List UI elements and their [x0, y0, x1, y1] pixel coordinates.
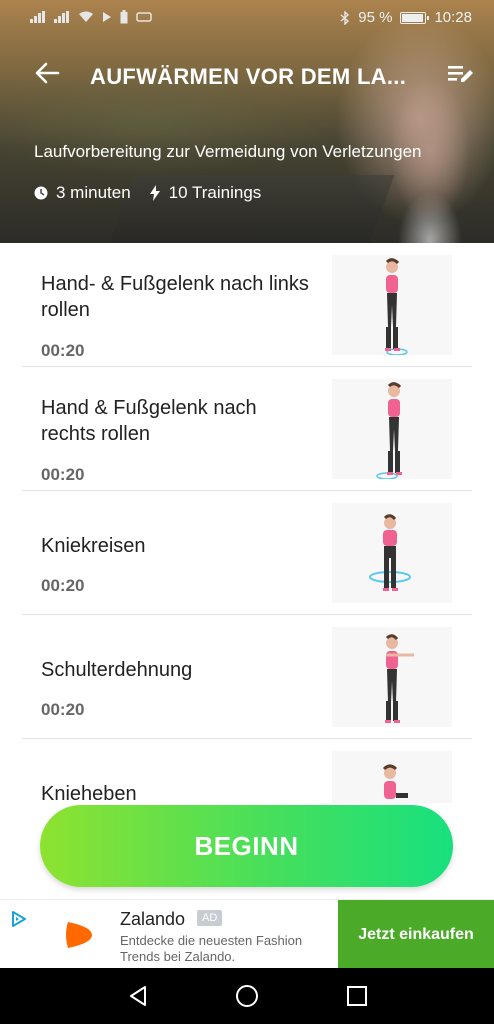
exercise-row[interactable]: Knieheben	[22, 739, 472, 803]
status-icons-left	[30, 10, 152, 24]
ad-description: Entdecke die neuesten Fashion Trends bei…	[120, 933, 303, 964]
ad-badge: AD	[197, 910, 223, 926]
arrow-left-icon	[35, 62, 60, 84]
exercise-illustration	[332, 503, 452, 603]
exercise-row[interactable]: Hand & Fußgelenk nach rechts rollen 00:2…	[22, 367, 472, 491]
exercise-duration: 00:20	[41, 341, 85, 360]
nav-recent-icon[interactable]	[346, 985, 368, 1007]
edit-list-button[interactable]	[446, 62, 480, 92]
ad-cta-button[interactable]: Jetzt einkaufen	[338, 900, 494, 969]
back-button[interactable]	[34, 60, 68, 94]
nav-home-icon[interactable]	[235, 984, 259, 1008]
trainings-info: 10 Trainings	[149, 183, 262, 203]
exercise-name: Schulterdehnung	[41, 659, 193, 681]
ad-title: Zalando	[120, 909, 186, 929]
nav-back-icon[interactable]	[126, 984, 150, 1008]
trainings-text: 10 Trainings	[168, 183, 262, 202]
workout-meta: 3 minuten 10 Trainings	[34, 183, 279, 203]
bluetooth-icon	[340, 10, 350, 25]
clock-icon	[34, 186, 48, 200]
exercise-row[interactable]: Kniekreisen 00:20	[22, 491, 472, 615]
misc-status-icon	[136, 12, 152, 22]
battery-icon	[400, 11, 430, 24]
system-nav-bar	[0, 968, 494, 1024]
status-icons-right: 95 % 10:28	[340, 9, 472, 26]
workout-subtitle: Laufvorbereitung zur Vermeidung von Verl…	[34, 142, 422, 161]
begin-button[interactable]: BEGINN	[40, 805, 453, 887]
exercise-duration: 00:20	[41, 700, 85, 719]
adchoices-icon[interactable]	[10, 910, 28, 928]
zalando-logo-icon	[66, 922, 92, 948]
page-title: AUFWÄRMEN VOR DEM LA...	[90, 64, 407, 89]
exercise-row[interactable]: Schulterdehnung 00:20	[22, 615, 472, 739]
edit-list-icon	[448, 66, 473, 82]
exercise-illustration	[332, 255, 452, 356]
exercise-illustration	[332, 751, 452, 803]
exercise-illustration	[332, 379, 452, 480]
exercise-name: Knieheben	[41, 783, 137, 803]
exercise-row[interactable]: Hand- & Fußgelenk nach links rollen 00:2…	[22, 243, 472, 367]
battery-percent: 95 %	[358, 9, 393, 26]
exercise-duration: 00:20	[41, 576, 85, 595]
duration-text: 3 minuten	[56, 183, 131, 202]
exercise-name: Kniekreisen	[41, 535, 146, 557]
duration-info: 3 minuten	[34, 183, 131, 203]
exercise-illustration	[332, 627, 452, 727]
play-icon	[103, 12, 111, 22]
signal-2-icon	[54, 11, 70, 23]
exercise-list: Hand- & Fußgelenk nach links rollen 00:2…	[0, 243, 494, 803]
exercise-name: Hand- & Fußgelenk nach links rollen	[41, 273, 309, 321]
lightning-icon	[149, 185, 160, 201]
ad-banner[interactable]: Zalando AD Entdecke die neuesten Fashion…	[0, 899, 494, 969]
exercise-duration: 00:20	[41, 465, 85, 484]
header-banner	[0, 0, 494, 243]
battery-saver-icon	[120, 10, 128, 24]
exercise-name: Hand & Fußgelenk nach rechts rollen	[41, 397, 257, 445]
signal-icon	[30, 11, 46, 23]
clock: 10:28	[434, 9, 472, 26]
status-bar: 95 % 10:28	[0, 0, 494, 36]
wifi-icon	[79, 11, 93, 22]
toolbar: AUFWÄRMEN VOR DEM LA...	[0, 50, 494, 106]
